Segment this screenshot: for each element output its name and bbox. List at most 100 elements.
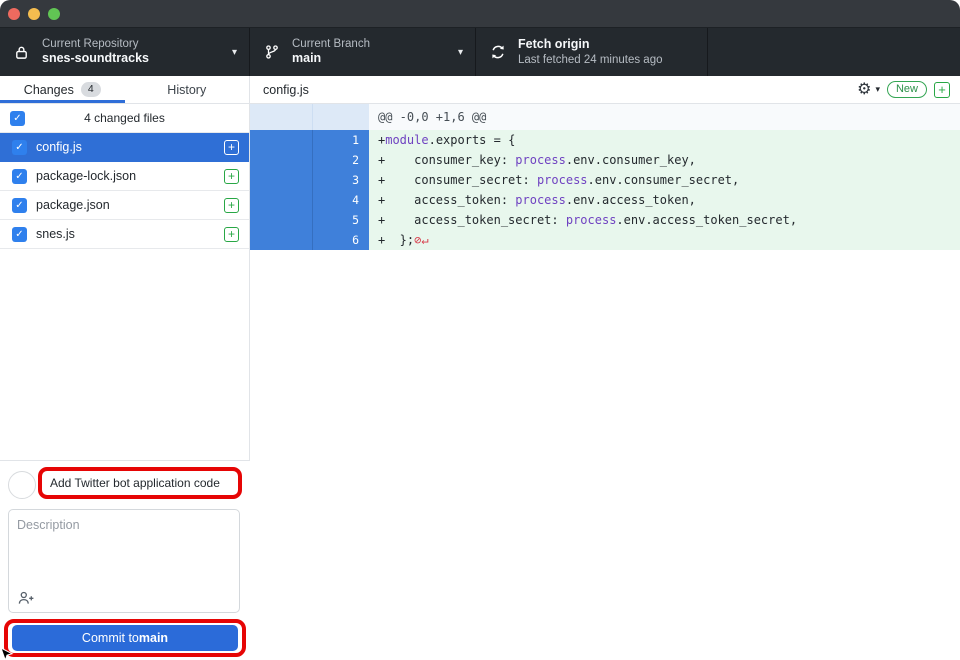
chevron-down-icon: ▾ [232,47,237,58]
diff-file-header: config.js ⚙ ▾ New + [250,76,960,103]
file-include-button[interactable]: + [224,198,239,213]
diff-line-code: + consumer_secret: process.env.consumer_… [369,170,960,190]
file-row[interactable]: ✓ package-lock.json + [0,162,249,191]
changed-files-count: 4 changed files [84,111,165,125]
current-repository-button[interactable]: Current Repository snes-soundtracks ▾ [0,28,250,76]
file-name: snes.js [36,227,75,241]
repository-name: snes-soundtracks [42,51,149,67]
old-line-number [250,230,312,250]
file-checkbox[interactable]: ✓ [12,140,27,155]
branch-label: Current Branch [292,37,370,51]
file-list: ✓ config.js + ✓ package-lock.json + ✓ pa… [0,133,249,249]
diff-line: 6 + };⊘↵ [250,230,960,250]
file-row[interactable]: ✓ config.js + [0,133,249,162]
new-file-badge: New [887,81,927,98]
summary-highlight-annotation [38,467,242,499]
current-branch-button[interactable]: Current Branch main ▾ [250,28,476,76]
diff-line-code: + consumer_key: process.env.consumer_key… [369,150,960,170]
check-icon: ✓ [15,229,23,240]
file-name: package.json [36,198,110,212]
mouse-cursor-icon [0,647,14,660]
new-line-number: 1 [312,130,369,150]
diff-line: 3 + consumer_secret: process.env.consume… [250,170,960,190]
diff-line-code: + access_token: process.env.access_token… [369,190,960,210]
diff-line-code: +module.exports = { [369,130,960,150]
diff-line: 4 + access_token: process.env.access_tok… [250,190,960,210]
commit-summary-input[interactable] [42,476,238,490]
tab-changes-label: Changes [24,83,74,97]
check-icon: ✓ [15,171,23,182]
subheader: Changes 4 History config.js ⚙ ▾ New + [0,76,960,104]
changed-files-header: ✓ 4 changed files [0,104,249,133]
commit-form: Commit to main [0,460,250,660]
commit-button-highlight-annotation: Commit to main [4,619,246,657]
check-icon: ✓ [15,200,23,211]
new-line-number: 5 [312,210,369,230]
new-line-number: 2 [312,150,369,170]
minimize-button[interactable] [28,8,40,20]
plus-icon: + [228,171,235,182]
zoom-button[interactable] [48,8,60,20]
file-name: config.js [36,140,82,154]
tab-history[interactable]: History [125,76,250,103]
plus-icon: + [938,84,946,96]
add-coauthor-button[interactable] [17,591,35,605]
diff-line-code: + access_token_secret: process.env.acces… [369,210,960,230]
title-bar [0,0,960,28]
branch-name: main [292,51,370,67]
sync-icon [490,44,508,60]
expand-diff-button[interactable]: + [934,82,950,98]
diff-lines: 1 +module.exports = { 2 + consumer_key: … [250,130,960,250]
plus-icon: + [228,142,235,153]
file-include-button[interactable]: + [224,169,239,184]
file-checkbox[interactable]: ✓ [12,227,27,242]
tab-history-label: History [167,83,206,97]
old-line-number [250,130,312,150]
old-line-number [250,190,312,210]
diff-options-button[interactable]: ⚙ ▾ [857,82,880,98]
sidebar-tabs: Changes 4 History [0,76,250,103]
file-include-button[interactable]: + [224,140,239,155]
commit-button-label: Commit to [82,631,139,645]
file-include-button[interactable]: + [224,227,239,242]
check-icon: ✓ [15,142,23,153]
old-line-number [250,150,312,170]
github-desktop-window: Current Repository snes-soundtracks ▾ Cu… [0,0,960,660]
avatar [8,471,36,499]
fetch-label: Fetch origin [518,37,663,53]
repository-label: Current Repository [42,37,149,51]
git-branch-icon [264,44,282,60]
new-line-number: 3 [312,170,369,190]
gear-icon: ⚙ [857,82,871,98]
diff-line: 2 + consumer_key: process.env.consumer_k… [250,150,960,170]
old-line-number [250,170,312,190]
file-row[interactable]: ✓ package.json + [0,191,249,220]
changes-count-badge: 4 [81,82,101,97]
person-plus-icon [17,591,35,605]
chevron-down-icon: ▾ [875,84,880,95]
old-line-gutter [250,104,312,130]
diff-line-code: + };⊘↵ [369,230,960,250]
plus-icon: + [228,200,235,211]
old-line-number [250,210,312,230]
file-checkbox[interactable]: ✓ [12,198,27,213]
close-button[interactable] [8,8,20,20]
fetch-origin-button[interactable]: Fetch origin Last fetched 24 minutes ago [476,28,708,76]
tab-changes[interactable]: Changes 4 [0,76,125,103]
diff-line: 5 + access_token_secret: process.env.acc… [250,210,960,230]
commit-button[interactable]: Commit to main [12,625,238,651]
toolbar: Current Repository snes-soundtracks ▾ Cu… [0,28,960,76]
check-icon: ✓ [13,113,21,124]
hunk-header-row: @@ -0,0 +1,6 @@ [250,104,960,130]
chevron-down-icon: ▾ [458,47,463,58]
new-line-number: 4 [312,190,369,210]
diff-pane: @@ -0,0 +1,6 @@ 1 +module.exports = { 2 … [250,104,960,660]
fetch-status: Last fetched 24 minutes ago [518,53,663,67]
file-row[interactable]: ✓ snes.js + [0,220,249,249]
new-line-number: 6 [312,230,369,250]
select-all-checkbox[interactable]: ✓ [10,111,25,126]
commit-description-input[interactable] [9,510,239,586]
commit-description-box [8,509,240,613]
diff-line: 1 +module.exports = { [250,130,960,150]
file-checkbox[interactable]: ✓ [12,169,27,184]
